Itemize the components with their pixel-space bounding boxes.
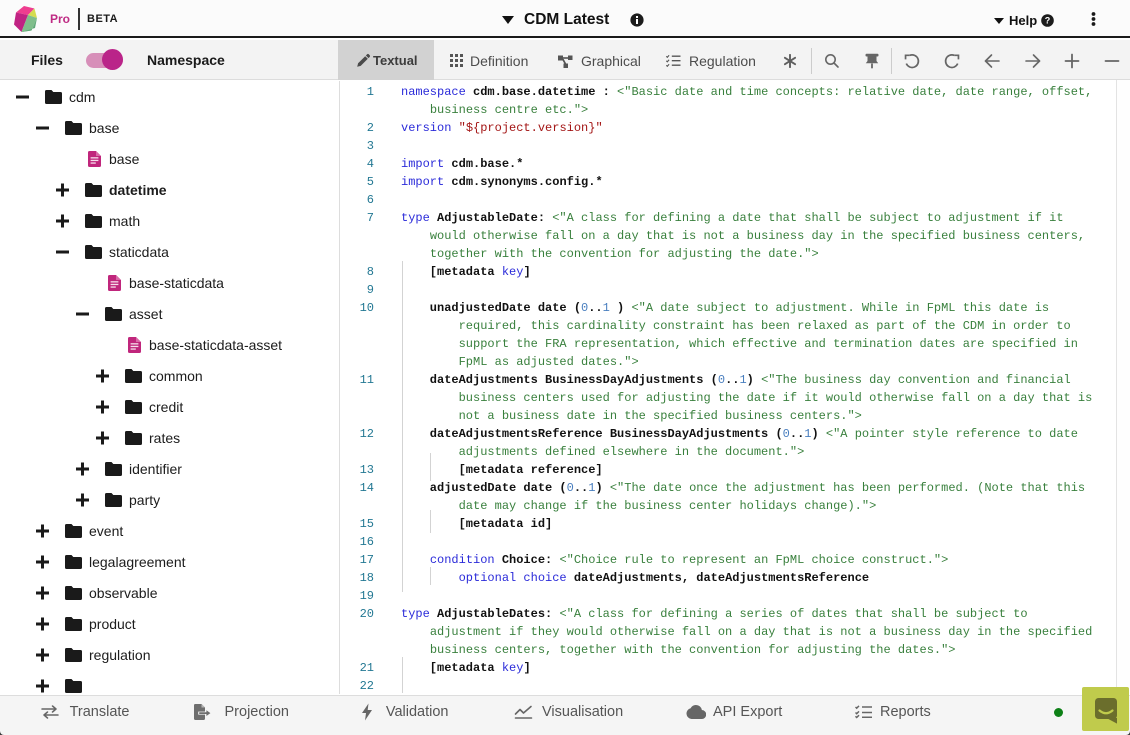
svg-text:?: ? bbox=[1045, 16, 1051, 26]
